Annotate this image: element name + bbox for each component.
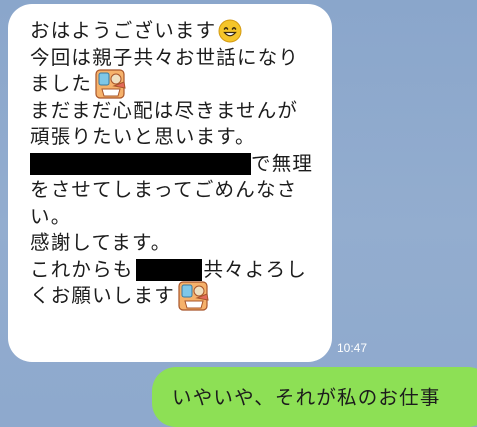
message-line: 今回は親子共々お世話になり	[30, 45, 332, 72]
message-line: おはようございます	[30, 18, 332, 45]
message-line: くお願いします	[30, 281, 332, 311]
message-line: 感謝してます。	[30, 230, 332, 257]
message-text: をさせてしまってごめんなさ	[30, 178, 298, 201]
greeting-sticker-icon	[178, 281, 209, 311]
smiling-face-icon	[218, 19, 242, 43]
message-line: をさせてしまってごめんなさ	[30, 177, 332, 204]
message-text: 共々よろし	[203, 257, 308, 281]
message-line: い。	[30, 204, 332, 231]
greeting-sticker-icon	[95, 69, 126, 99]
message-text: ました	[30, 72, 93, 95]
message-text: 今回は親子共々お世話になり	[30, 45, 300, 69]
message-line: ました	[30, 69, 332, 99]
redaction-bar	[30, 152, 251, 175]
message-text: おはようございます	[30, 19, 217, 42]
message-text: 頑張りたいと思います。	[30, 125, 256, 148]
message-line: で無理	[30, 151, 332, 178]
message-text: くお願いします	[30, 284, 175, 307]
redaction-bar	[135, 258, 202, 281]
message-text: 感謝してます。	[30, 231, 172, 254]
message-text: いやいや、それが私のお仕事	[172, 386, 441, 409]
message-text: これからも	[30, 257, 134, 281]
message-line: まだまだ心配は尽きませんが	[30, 98, 332, 125]
incoming-message-bubble[interactable]: おはようございます 今回は親子共々お世話になり ました まだまだ心配は尽きません…	[8, 4, 332, 362]
message-text: まだまだ心配は尽きませんが	[30, 98, 299, 122]
message-timestamp: 10:47	[337, 341, 368, 355]
message-text: で無理	[251, 151, 314, 175]
message-text: い。	[30, 204, 72, 228]
message-line: 頑張りたいと思います。	[30, 124, 332, 151]
outgoing-message-bubble[interactable]: いやいや、それが私のお仕事	[152, 367, 477, 427]
